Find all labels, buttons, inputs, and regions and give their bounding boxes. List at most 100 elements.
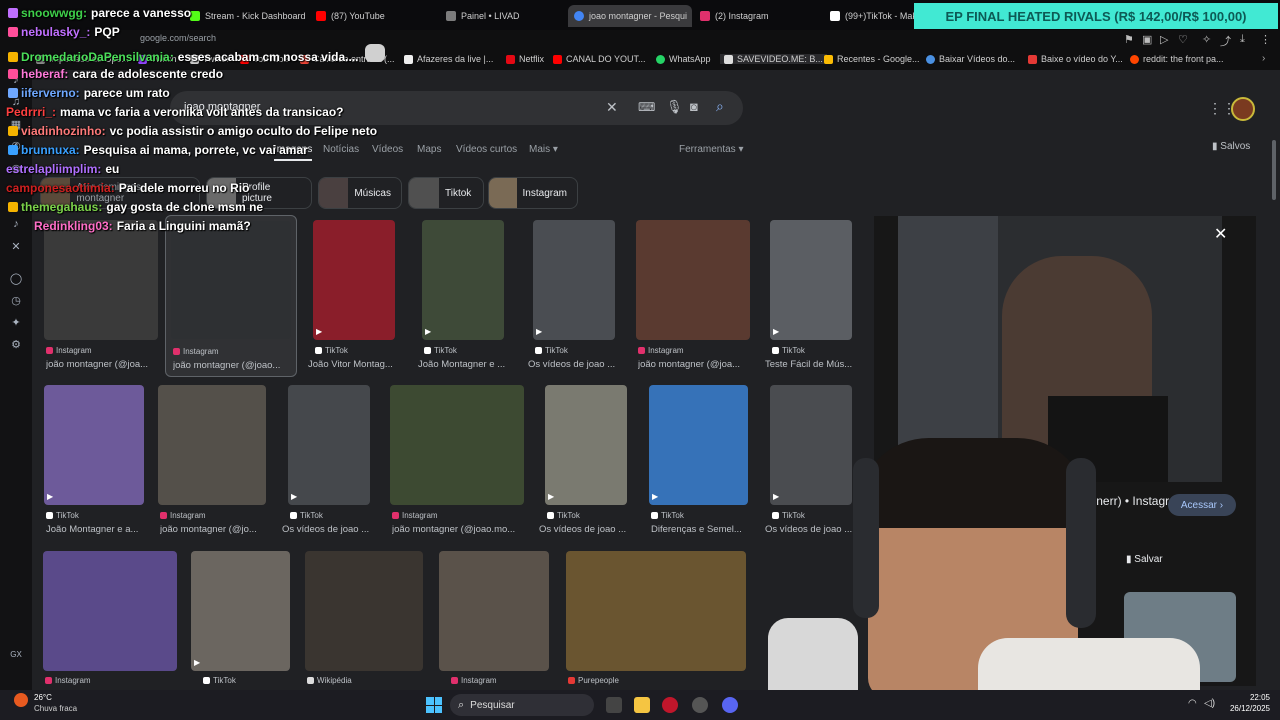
bookmark-item[interactable]: CANAL DO YOUT... [553,54,646,64]
image-result[interactable]: Instagram joão montagner (@joa... [44,220,158,370]
instagram-icon [46,347,53,354]
clock-date[interactable]: 26/12/2025 [1214,704,1270,713]
bookmark-item[interactable]: reddit: the front pa... [1130,54,1224,64]
tab-instagram[interactable]: (2) Instagram [700,7,820,25]
bookmark-item[interactable]: Recentes - Google... [824,54,920,64]
chip-thumbnail [319,178,349,208]
tab-short-videos[interactable]: Vídeos curtos [456,144,517,155]
weather-desc[interactable]: Chuva fraca [34,704,77,713]
chevron-right-icon[interactable]: › [1262,53,1265,64]
circle-icon[interactable]: ◯ [9,272,23,286]
task-view-icon[interactable] [606,697,622,713]
bookmark-icon[interactable]: ⚑ [1124,33,1134,46]
chat-message: camponesaotiimia: Pai dele morreu no Rio [6,181,250,195]
image-result[interactable]: Instagram joão montagner (@joao.mo... [390,385,524,535]
image-result[interactable]: ▶ TikTok João Montagner e a... [44,385,144,535]
avatar[interactable] [1231,97,1255,121]
headphone-right [1066,458,1096,628]
download-site-icon [926,54,935,64]
menu-icon[interactable]: ⋮ [1260,33,1271,46]
chip-tiktok[interactable]: Tiktok [408,177,484,209]
bookmark-item[interactable]: WhatsApp [656,54,711,64]
extension-icon[interactable]: ✧ [1202,33,1211,46]
scrollbar[interactable] [1272,140,1276,200]
tab-painel[interactable]: Painel • LIVAD [446,7,566,25]
result-thumbnail: ▶ [545,385,627,505]
image-result[interactable]: ▶ TikTok Teste Fácil de Mús... [765,220,852,370]
search-icon[interactable]: ⌕ [716,98,724,115]
gx-icon[interactable]: GX [9,650,23,664]
play-icon[interactable]: ▷ [1160,33,1168,46]
tab-maps[interactable]: Maps [417,144,441,155]
chip-thumbnail [409,178,439,208]
bookmark-item[interactable]: SAVEVIDEO.ME: B... [720,54,827,64]
image-result[interactable]: ▶ TikTok Os vídeos de joao ... [282,385,370,535]
tab-news[interactable]: Notícias [323,144,359,155]
play-icon: ▶ [47,492,54,501]
instagram-icon [700,11,710,21]
share-icon[interactable]: ⤴ [1220,33,1231,49]
opera-gx-icon[interactable] [662,697,678,713]
tab-google-search[interactable]: joao montagner - Pesqui [568,5,692,27]
tiktok-icon [424,347,431,354]
bookmark-item[interactable]: Baixar Vídeos do... [926,54,1015,64]
tools-button[interactable]: Ferramentas ▾ [679,144,744,155]
netflix-icon [506,54,515,64]
download-icon[interactable]: ⤓ [1240,33,1245,46]
tab-videos[interactable]: Vídeos [372,144,403,155]
address-bar[interactable]: google.com/search [140,33,216,43]
file-explorer-icon[interactable] [634,697,650,713]
taskbar-search[interactable]: ⌕ Pesquisar [450,694,594,716]
image-result[interactable]: ▶ TikTok [191,551,290,688]
tab-more[interactable]: Mais ▾ [529,144,558,155]
clear-icon[interactable]: ✕ [606,99,618,116]
chip-music[interactable]: Músicas [318,177,402,209]
settings-icon[interactable]: ⚙ [9,338,23,352]
clock-time[interactable]: 22:05 [1224,693,1270,702]
tiktok-icon [547,512,554,519]
heart-icon[interactable]: ♡ [1178,33,1188,46]
taskbar: 26°C Chuva fraca ⌕ Pesquisar ◠ ◁) 22:05 … [0,690,1280,720]
bookmark-item[interactable]: Baixe o vídeo do Y... [1028,54,1123,64]
clock-icon[interactable]: ◷ [9,294,23,308]
badge-icon [8,8,18,18]
chip-instagram[interactable]: Instagram [488,177,578,209]
image-result[interactable]: ▶ TikTok João Montagner e ... [418,220,505,370]
mic-icon[interactable]: 🎙 [666,99,683,115]
image-result[interactable]: ▶ TikTok Os vídeos de joao ... [539,385,627,535]
instagram-icon [638,347,645,354]
image-result[interactable]: Instagram [43,551,177,688]
discord-icon[interactable] [722,697,738,713]
bookmark-item[interactable]: Afazeres da live |... [404,54,493,64]
tab-tiktok[interactable]: (99+)TikTok - Mak [830,7,914,25]
badge-icon [8,145,18,155]
image-result[interactable]: Instagram joão montagner (@jo... [158,385,266,535]
camera-icon[interactable]: ◙ [690,99,698,114]
image-result[interactable]: ▶ TikTok João Vitor Montag... [308,220,395,370]
image-result[interactable]: Instagram joão montagner (@joa... [636,220,750,370]
windows-start-icon[interactable] [426,697,442,713]
screenshot-icon[interactable]: ▣ [1142,33,1152,46]
weather-icon [14,693,28,707]
image-result-selected[interactable]: Instagram joão montagner (@joao... [165,215,297,377]
bookmark-item[interactable]: Netflix [506,54,544,64]
tiktok-icon[interactable]: ♪ [9,218,23,232]
image-result[interactable]: ▶ TikTok Os vídeos de joao ... [528,220,615,370]
image-result[interactable]: Instagram [439,551,549,688]
x-icon[interactable]: ✕ [9,240,23,254]
tiktok-icon [315,347,322,354]
close-icon[interactable]: ✕ [1214,224,1227,244]
obs-icon[interactable] [692,697,708,713]
image-result[interactable]: ▶ TikTok Diferenças e Semel... [649,385,748,535]
puzzle-icon[interactable]: ✦ [9,316,23,330]
image-result[interactable]: Wikipédia [305,551,423,688]
saved-button[interactable]: ▮ Salvos [1212,141,1250,152]
wifi-icon[interactable]: ◠ [1188,698,1197,709]
image-result[interactable]: Purepeople [566,551,746,688]
tab-kick[interactable]: Stream - Kick Dashboard [190,7,310,25]
webcam-overlay [748,438,1200,690]
badge-icon [8,126,18,136]
tab-youtube[interactable]: (87) YouTube [316,7,436,25]
keyboard-icon[interactable]: ⌨ [638,100,655,114]
weather-temp[interactable]: 26°C [34,693,52,702]
